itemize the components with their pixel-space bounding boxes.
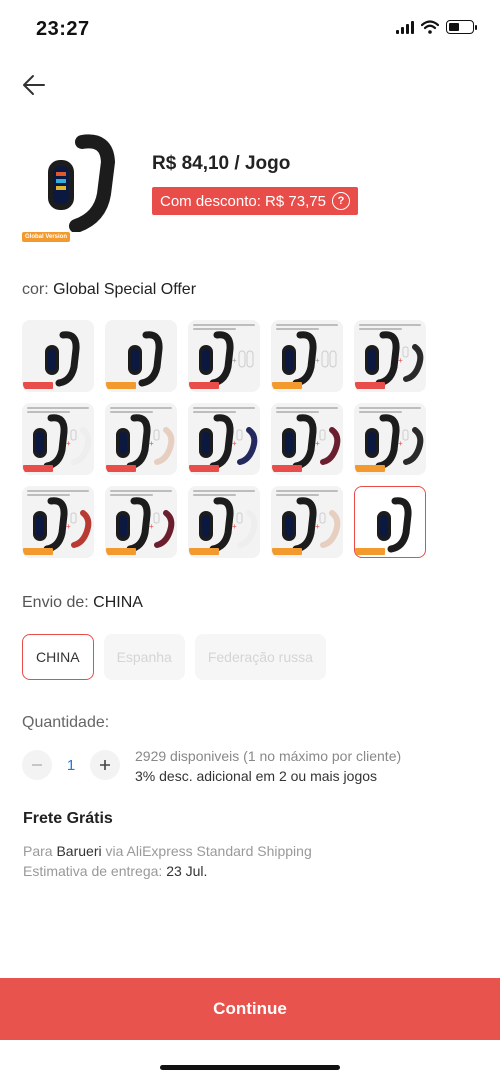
back-button[interactable] — [20, 70, 50, 100]
svg-text:+: + — [66, 439, 71, 448]
minus-icon — [32, 764, 42, 766]
svg-text:+: + — [66, 522, 71, 531]
color-swatch[interactable]: + — [188, 403, 260, 475]
color-swatch-grid: + + + + + + + + + + + + — [22, 320, 432, 558]
color-swatch[interactable]: + — [271, 486, 343, 558]
version-tag — [272, 465, 302, 472]
product-price: R$ 84,10 / Jogo — [152, 153, 291, 174]
color-swatch[interactable]: + — [271, 403, 343, 475]
color-swatch[interactable]: + — [22, 486, 94, 558]
color-swatch[interactable]: + — [105, 486, 177, 558]
shipping-details: Para Barueri via AliExpress Standard Shi… — [23, 843, 312, 879]
delivery-date: 23 Jul. — [166, 863, 208, 879]
color-swatch[interactable]: + — [271, 320, 343, 392]
status-bar: 23:27 — [0, 0, 500, 60]
color-swatch[interactable] — [22, 320, 94, 392]
version-tag — [23, 548, 53, 555]
svg-text:+: + — [149, 439, 154, 448]
status-icons — [396, 20, 477, 34]
increase-button[interactable] — [90, 750, 120, 780]
svg-text:+: + — [315, 522, 320, 531]
svg-text:+: + — [232, 439, 237, 448]
version-tag — [272, 548, 302, 555]
version-tag — [23, 382, 53, 389]
ship-from-value: CHINA — [93, 594, 143, 611]
home-indicator — [160, 1065, 340, 1070]
version-tag — [355, 382, 385, 389]
version-tag — [106, 382, 136, 389]
wifi-icon — [421, 20, 439, 34]
svg-text:+: + — [315, 439, 320, 448]
quantity-stepper: 1 — [22, 750, 120, 780]
version-tag — [106, 548, 136, 555]
version-tag — [355, 548, 385, 555]
continue-button[interactable]: Continue — [0, 978, 500, 1040]
decrease-button[interactable] — [22, 750, 52, 780]
svg-text:+: + — [232, 356, 237, 365]
ship-to-city[interactable]: Barueri — [56, 843, 101, 859]
signal-icon — [396, 20, 414, 34]
stock-info: 2929 disponiveis (1 no máximo por client… — [135, 746, 401, 786]
svg-text:+: + — [398, 356, 403, 365]
color-swatch[interactable]: + — [354, 403, 426, 475]
quantity-value[interactable]: 1 — [52, 757, 90, 774]
ship-option-china[interactable]: CHINA — [22, 634, 94, 680]
extra-discount-text: 3% desc. adicional em 2 ou mais jogos — [135, 768, 378, 784]
color-swatch[interactable]: + — [188, 320, 260, 392]
color-swatch[interactable] — [354, 486, 426, 558]
stock-text: 2929 disponiveis (1 no máximo por client… — [135, 748, 402, 764]
ship-option-spain[interactable]: Espanha — [103, 634, 185, 680]
battery-icon — [446, 20, 477, 34]
svg-text:+: + — [232, 522, 237, 531]
selected-color: Global Special Offer — [53, 281, 197, 298]
color-label: cor: Global Special Offer — [22, 281, 197, 298]
global-version-tag: Global Version — [22, 232, 71, 242]
svg-text:+: + — [315, 356, 320, 365]
version-tag — [189, 465, 219, 472]
version-tag — [189, 382, 219, 389]
discount-text: Com desconto: R$ 73,75 — [160, 192, 326, 210]
ship-from-label: Envio de: CHINA — [22, 594, 143, 611]
version-tag — [355, 465, 385, 472]
color-swatch[interactable]: + — [188, 486, 260, 558]
version-tag — [106, 465, 136, 472]
help-icon[interactable]: ? — [331, 192, 350, 210]
quantity-label: Quantidade: — [22, 714, 110, 731]
ship-option-russia[interactable]: Federação russa — [194, 634, 326, 680]
svg-text:+: + — [398, 439, 403, 448]
arrow-left-icon — [23, 75, 45, 95]
version-tag — [272, 382, 302, 389]
product-image: Global Version — [22, 132, 122, 242]
plus-icon — [100, 760, 110, 770]
free-shipping-title: Frete Grátis — [23, 810, 113, 827]
color-swatch[interactable]: + — [354, 320, 426, 392]
version-tag — [189, 548, 219, 555]
discount-badge: Com desconto: R$ 73,75 ? — [152, 187, 358, 215]
svg-text:+: + — [149, 522, 154, 531]
color-swatch[interactable]: + — [105, 403, 177, 475]
status-time: 23:27 — [36, 18, 90, 40]
version-tag — [23, 465, 53, 472]
color-swatch[interactable]: + — [22, 403, 94, 475]
ship-from-options: CHINA Espanha Federação russa — [22, 634, 326, 680]
color-swatch[interactable] — [105, 320, 177, 392]
